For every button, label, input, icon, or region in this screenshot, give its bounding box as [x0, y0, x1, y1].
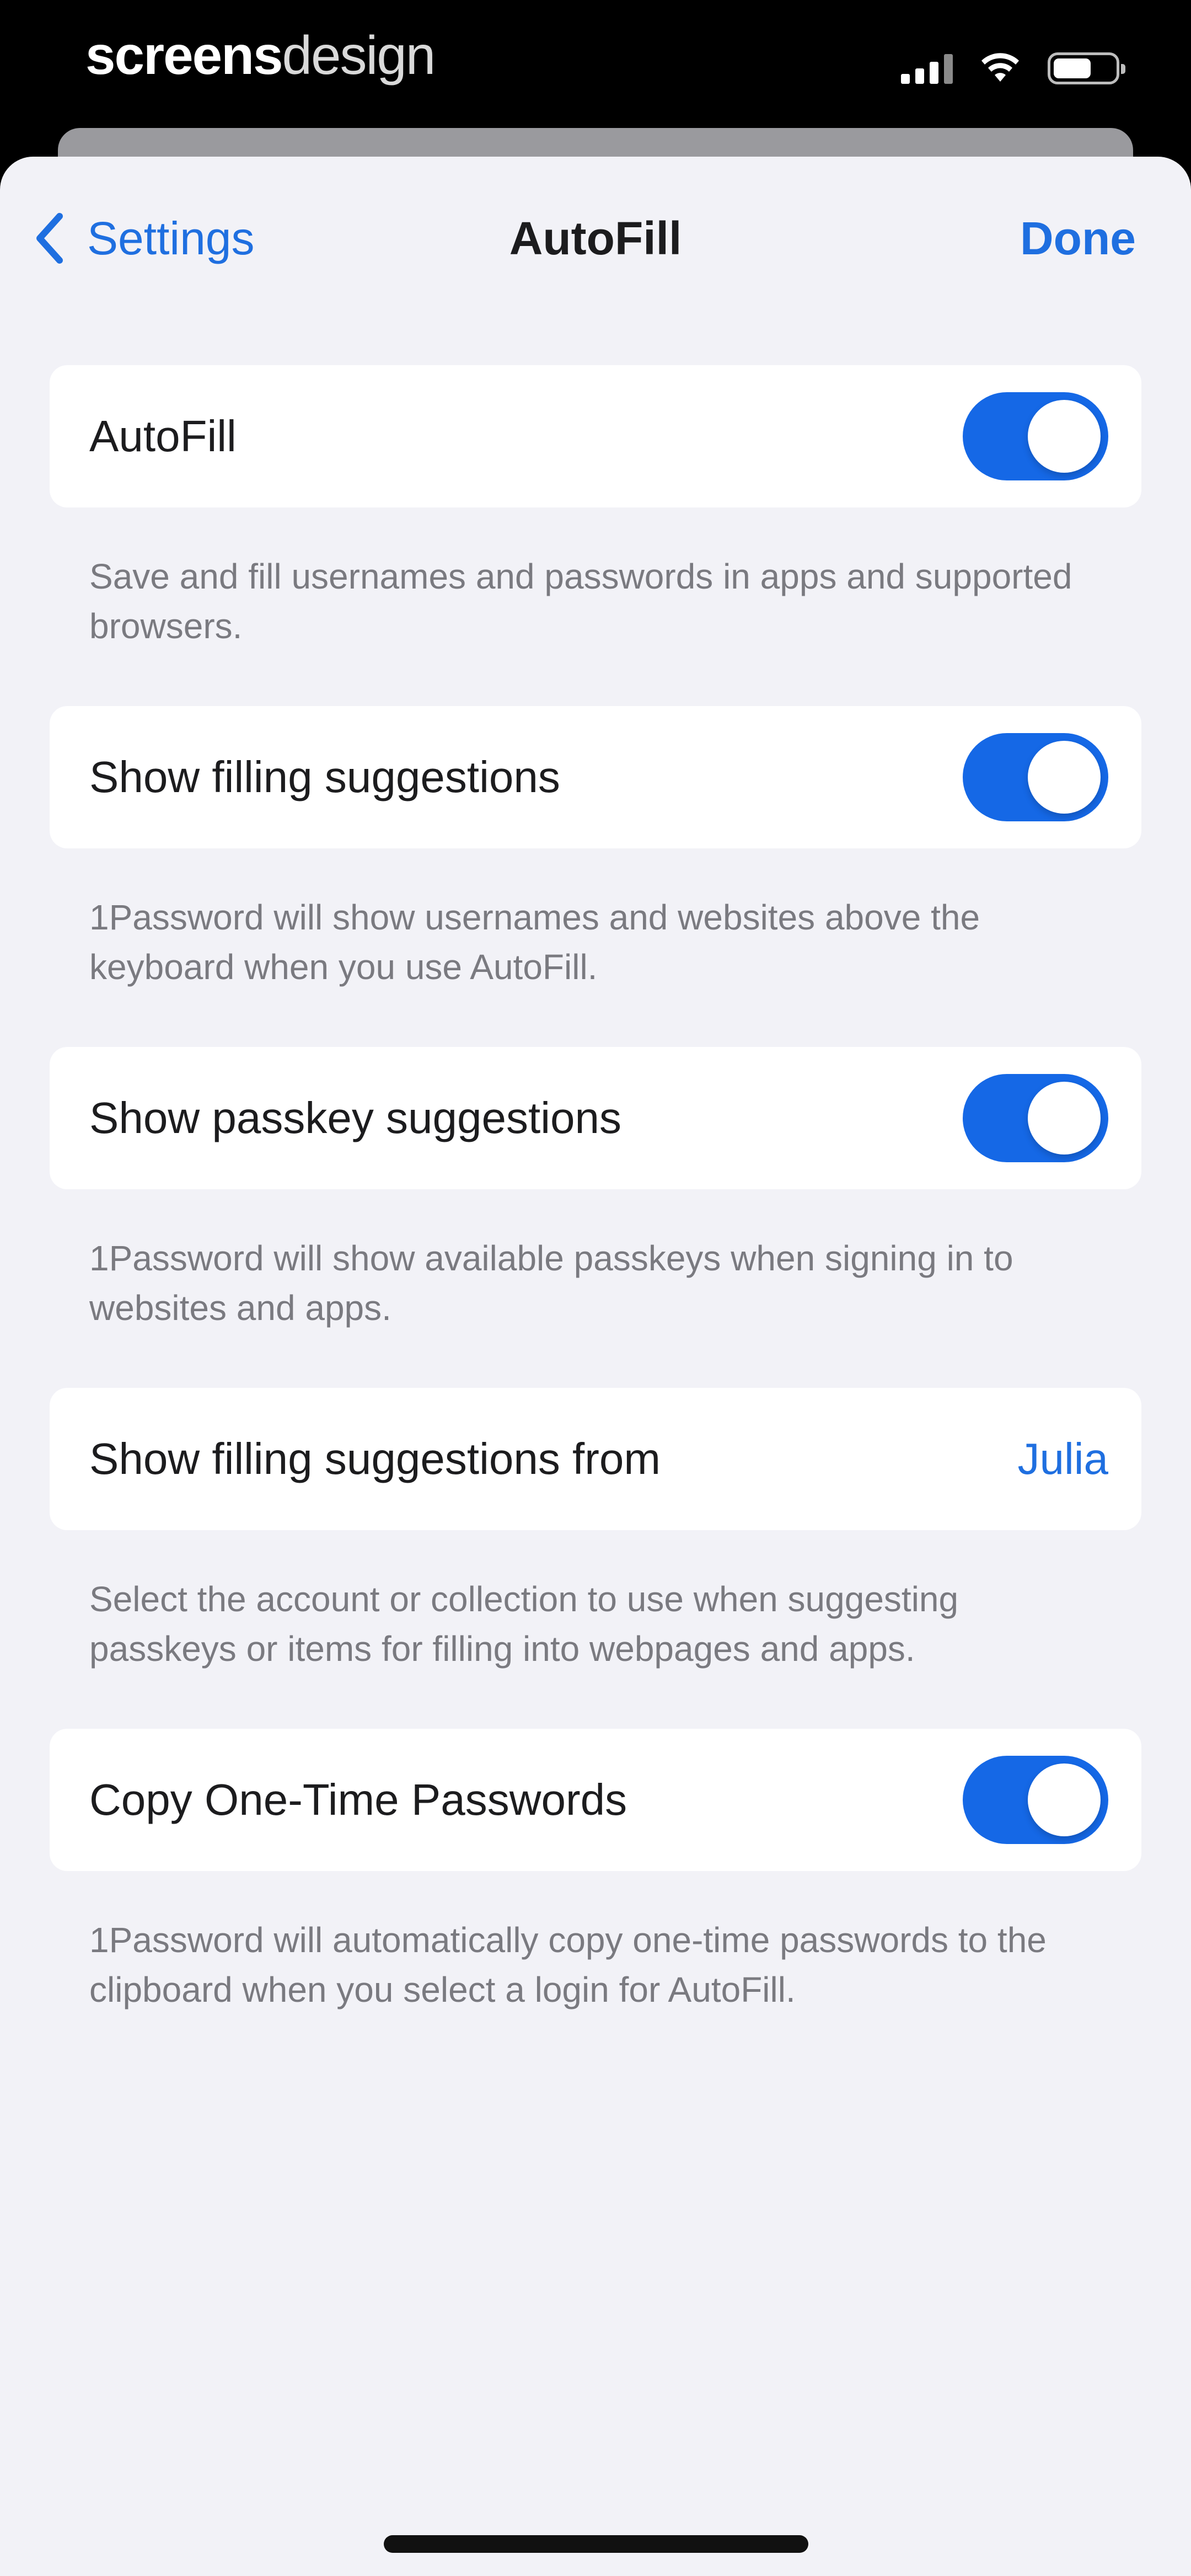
autofill-row-label: AutoFill [89, 411, 237, 461]
autofill-toggle[interactable] [963, 392, 1108, 480]
chevron-left-icon [36, 213, 63, 264]
status-icons [901, 46, 1125, 90]
back-button-label: Settings [87, 212, 255, 264]
show-passkey-suggestions-label: Show passkey suggestions [89, 1093, 621, 1142]
screen: screensdesign AutoFill Settings Done Aut… [0, 0, 1191, 2576]
done-button[interactable]: Done [1020, 205, 1136, 271]
show-filling-suggestions-from-label: Show filling suggestions from [89, 1434, 661, 1483]
copy-one-time-passwords-label: Copy One-Time Passwords [89, 1775, 627, 1824]
wifi-icon [981, 53, 1019, 82]
settings-list: AutoFill Save and fill usernames and pas… [0, 365, 1191, 2014]
status-bar: screensdesign [0, 0, 1191, 132]
toggle-knob [1028, 400, 1101, 473]
autofill-footer: Save and fill usernames and passwords in… [89, 557, 1072, 646]
battery-icon [1048, 52, 1125, 84]
cellular-signal-icon [901, 53, 953, 84]
watermark-logo: screensdesign [85, 22, 436, 88]
toggle-knob [1028, 1082, 1101, 1155]
back-button[interactable]: Settings [33, 205, 255, 271]
show-filling-suggestions-toggle[interactable] [963, 733, 1108, 821]
copy-one-time-passwords-footer: 1Password will automatically copy one-ti… [89, 1920, 1047, 2010]
toggle-knob [1028, 741, 1101, 814]
toggle-knob [1028, 1763, 1101, 1836]
home-indicator[interactable] [384, 2535, 808, 2553]
show-filling-suggestions-row[interactable]: Show filling suggestions [50, 706, 1141, 848]
show-filling-suggestions-from-row[interactable]: Show filling suggestions from Julia [50, 1388, 1141, 1530]
show-filling-suggestions-from-footer: Select the account or collection to use … [89, 1579, 959, 1669]
autofill-row[interactable]: AutoFill [50, 365, 1141, 507]
show-filling-suggestions-footer: 1Password will show usernames and websit… [89, 897, 980, 987]
watermark-bold: screens [85, 25, 283, 85]
copy-one-time-passwords-row[interactable]: Copy One-Time Passwords [50, 1729, 1141, 1871]
watermark-light: design [282, 25, 436, 85]
show-filling-suggestions-label: Show filling suggestions [89, 752, 560, 801]
selected-account-value[interactable]: Julia [1017, 1434, 1108, 1484]
show-passkey-suggestions-toggle[interactable] [963, 1074, 1108, 1162]
show-passkey-suggestions-row[interactable]: Show passkey suggestions [50, 1047, 1141, 1189]
copy-one-time-passwords-toggle[interactable] [963, 1756, 1108, 1844]
autofill-sheet: AutoFill Settings Done AutoFill Save and… [0, 157, 1191, 2576]
show-passkey-suggestions-footer: 1Password will show available passkeys w… [89, 1238, 1013, 1328]
navigation-bar: AutoFill Settings Done [0, 157, 1191, 322]
